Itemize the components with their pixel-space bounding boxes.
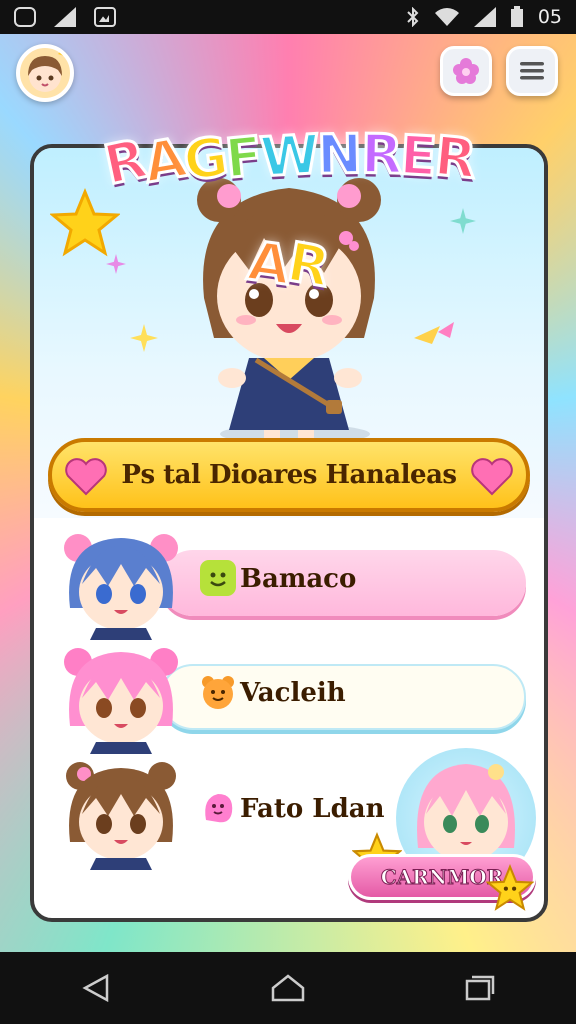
corner-button-label: CARNMOR <box>380 865 504 890</box>
gift-button[interactable] <box>440 46 492 96</box>
wifi-icon <box>434 8 459 26</box>
status-bar: 05 <box>0 0 576 34</box>
list-item-label: Fato Ldan <box>240 794 385 824</box>
bear-face-icon <box>202 676 234 709</box>
confetti-icon <box>414 322 454 344</box>
heart-icon <box>471 458 513 496</box>
list-item-label: Bamaco <box>240 564 357 594</box>
smiling-star-icon <box>486 864 534 911</box>
sparkle-icon <box>130 324 158 352</box>
sparkle-icon <box>106 254 126 274</box>
app-logo: RAGFWNRERAR <box>97 121 478 301</box>
title-banner[interactable]: Ps tal Dioares Hanaleas <box>48 438 530 512</box>
bluetooth-icon <box>407 7 419 27</box>
home-button[interactable] <box>258 964 318 1012</box>
recents-icon <box>465 975 495 1001</box>
heart-icon <box>65 458 107 496</box>
app-screen: Ps tal Dioares Hanaleas Bamaco Vacleih F… <box>0 34 576 952</box>
cell-signal-icon <box>473 7 496 27</box>
back-button[interactable] <box>66 964 126 1012</box>
signal-chart-icon <box>54 7 76 27</box>
pink-hair-chibi-avatar <box>64 648 178 754</box>
smile-square-icon <box>200 560 236 596</box>
brown-hair-chibi-avatar <box>66 762 176 870</box>
battery-icon <box>510 6 523 27</box>
banner-title: Ps tal Dioares Hanaleas <box>121 460 457 490</box>
photo-icon <box>94 7 116 27</box>
sparkle-icon <box>450 208 476 234</box>
back-triangle-icon <box>82 974 109 1002</box>
profile-avatar-button[interactable] <box>16 44 74 102</box>
list-item[interactable]: Bamaco <box>50 528 530 640</box>
home-icon <box>271 974 305 1002</box>
hamburger-menu-icon <box>520 62 544 80</box>
list-item[interactable]: Vacleih <box>50 642 530 754</box>
menu-button[interactable] <box>506 46 558 96</box>
status-time: 05 <box>537 6 562 28</box>
flower-icon <box>453 58 479 84</box>
system-nav-bar <box>0 952 576 1024</box>
girl-avatar-icon <box>28 50 64 92</box>
blue-hair-chibi-avatar <box>64 534 178 640</box>
game-controller-icon <box>14 7 36 27</box>
list-item-label: Vacleih <box>240 678 346 708</box>
pink-blob-icon <box>205 794 233 823</box>
recents-button[interactable] <box>450 964 510 1012</box>
